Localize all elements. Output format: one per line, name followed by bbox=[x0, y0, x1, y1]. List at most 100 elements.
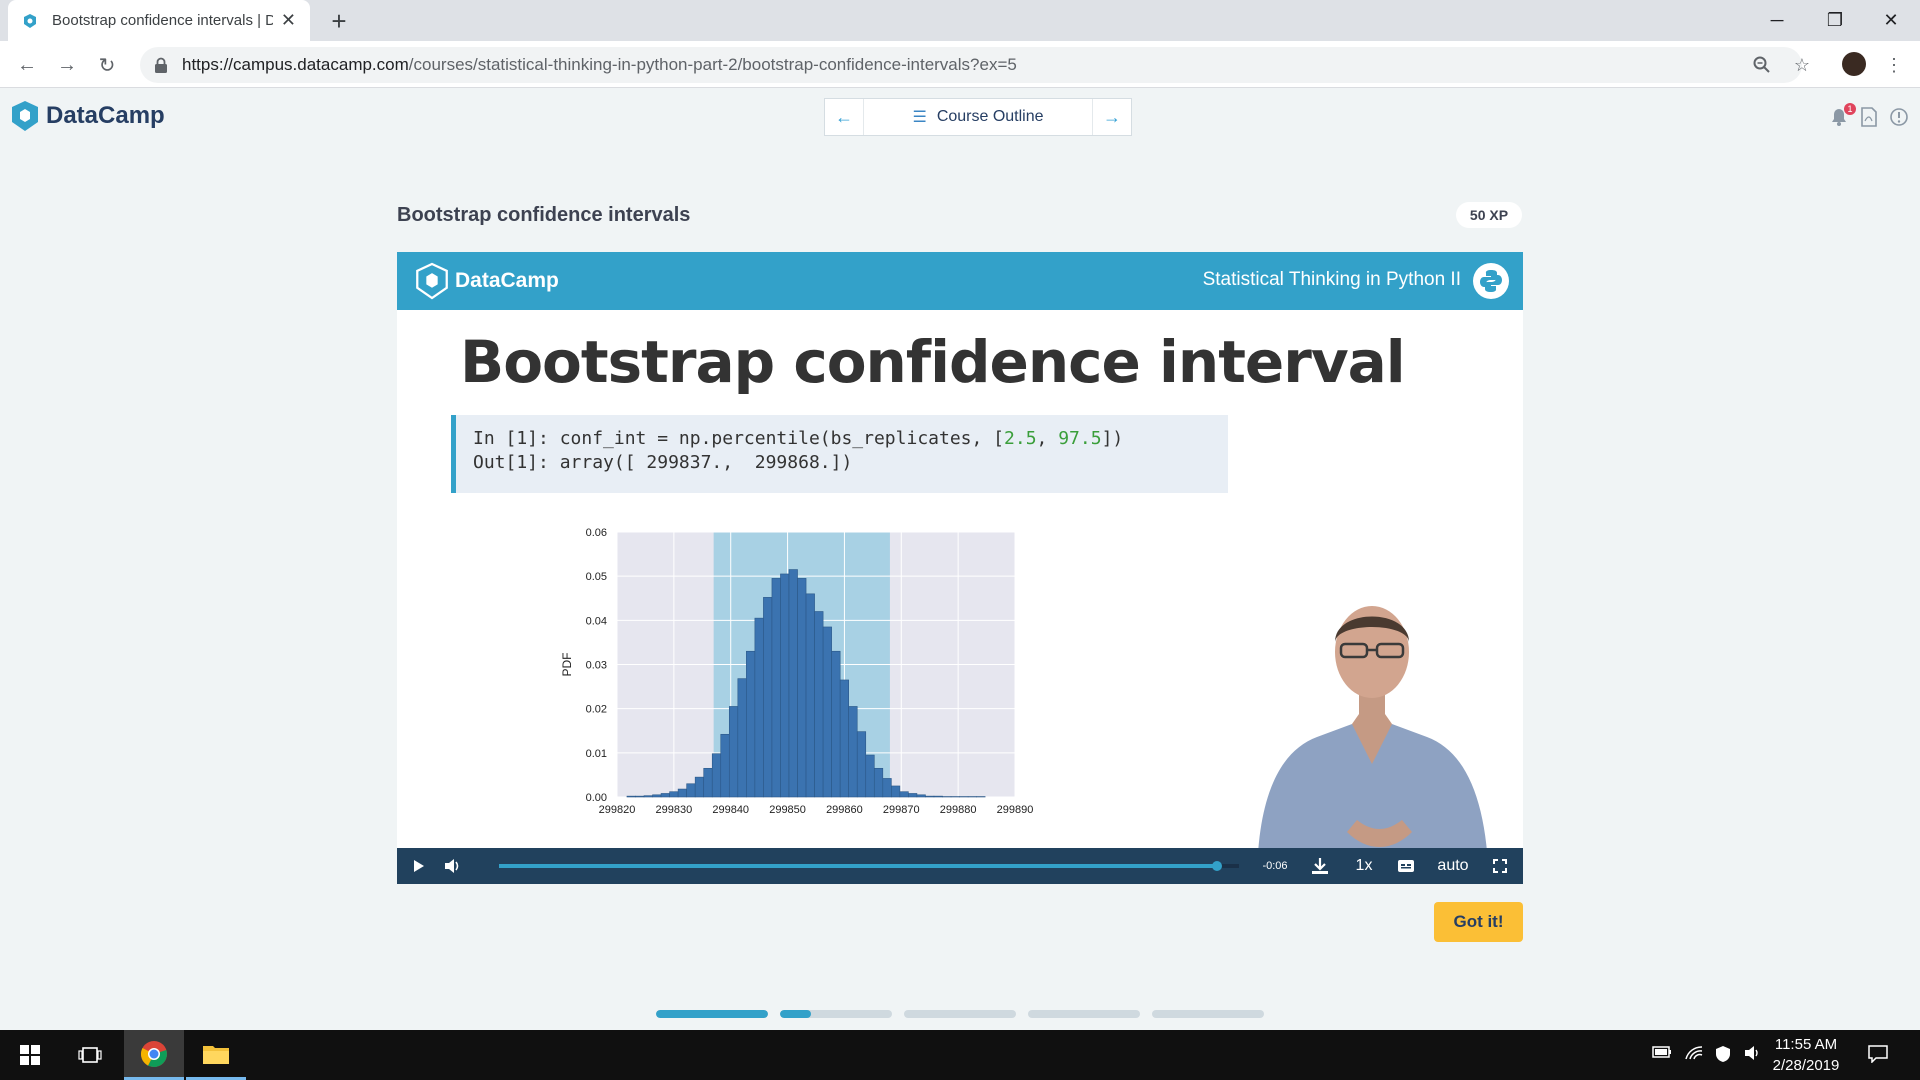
histogram-bar bbox=[780, 573, 790, 798]
slide-header: DataCamp Statistical Thinking in Python … bbox=[397, 252, 1523, 310]
python-logo-icon bbox=[1473, 263, 1509, 299]
play-icon[interactable] bbox=[405, 848, 433, 884]
action-center-icon[interactable] bbox=[1868, 1045, 1888, 1068]
close-window-icon[interactable]: ✕ bbox=[1862, 0, 1920, 41]
windows-start-icon[interactable] bbox=[0, 1030, 60, 1080]
quality-button[interactable]: auto bbox=[1433, 848, 1473, 884]
histogram-bar bbox=[686, 783, 696, 798]
reload-icon[interactable]: ↻ bbox=[91, 49, 123, 81]
volume-icon[interactable] bbox=[439, 848, 467, 884]
progress-step-3[interactable] bbox=[904, 1010, 1016, 1018]
histogram-bar bbox=[728, 706, 739, 798]
video-player[interactable]: DataCamp Statistical Thinking in Python … bbox=[397, 252, 1523, 884]
clock-date: 2/28/2019 bbox=[1772, 1057, 1840, 1074]
x-tick-label: 299880 bbox=[940, 804, 977, 816]
browser-tab[interactable]: Bootstrap confidence intervals | D ✕ bbox=[8, 0, 310, 41]
new-tab-icon[interactable]: + bbox=[324, 6, 354, 37]
histogram-bar bbox=[925, 795, 935, 798]
progress-step-5[interactable] bbox=[1152, 1010, 1264, 1018]
progress-step-1[interactable] bbox=[656, 1010, 768, 1018]
y-tick-label: 0.01 bbox=[586, 748, 607, 760]
playback-speed-button[interactable]: 1x bbox=[1349, 848, 1379, 884]
video-progress-handle[interactable] bbox=[1211, 861, 1222, 871]
histogram-bar bbox=[746, 650, 756, 798]
zoom-icon[interactable] bbox=[1748, 51, 1776, 79]
windows-taskbar: 11:55 AM 2/28/2019 bbox=[0, 1030, 1920, 1080]
logo-text: DataCamp bbox=[46, 102, 165, 129]
forward-icon[interactable]: → bbox=[51, 49, 83, 81]
report-issue-icon[interactable] bbox=[1888, 106, 1910, 128]
datacamp-logo-icon bbox=[12, 101, 38, 131]
code-number-1: 2.5 bbox=[1004, 428, 1037, 449]
histogram-bar bbox=[652, 794, 662, 798]
histogram-bar bbox=[720, 733, 730, 798]
histogram-bar bbox=[848, 706, 858, 798]
prev-exercise-arrow-icon[interactable]: ← bbox=[825, 99, 863, 135]
slide-logo-icon bbox=[416, 262, 448, 300]
datacamp-favicon-icon bbox=[24, 13, 36, 28]
histogram-bar bbox=[831, 650, 841, 798]
histogram-bar bbox=[856, 731, 867, 798]
profile-avatar[interactable] bbox=[1842, 52, 1866, 76]
progress-step-2[interactable] bbox=[780, 1010, 892, 1018]
course-outline-label: Course Outline bbox=[936, 108, 1044, 125]
histogram-bar bbox=[754, 617, 764, 798]
histogram-bar bbox=[711, 753, 722, 798]
code-line1-suffix: ]) bbox=[1101, 428, 1124, 449]
exercise-title: Bootstrap confidence intervals bbox=[397, 204, 691, 226]
y-axis-label: PDF bbox=[560, 653, 574, 677]
chrome-menu-icon[interactable]: ⋮ bbox=[1880, 51, 1908, 79]
tab-title: Bootstrap confidence intervals | D bbox=[52, 12, 273, 29]
y-tick-label: 0.00 bbox=[586, 792, 607, 804]
slide-course-name: Statistical Thinking in Python II bbox=[1202, 269, 1461, 290]
code-number-2: 97.5 bbox=[1058, 428, 1102, 449]
chrome-taskbar-icon[interactable] bbox=[124, 1030, 184, 1080]
video-controls: -0:06 1x auto bbox=[397, 848, 1523, 884]
video-progress-bar[interactable] bbox=[499, 861, 1239, 871]
fullscreen-icon[interactable] bbox=[1485, 848, 1515, 884]
address-bar[interactable]: https://campus.datacamp.com/courses/stat… bbox=[140, 47, 1802, 83]
progress-step-4[interactable] bbox=[1028, 1010, 1140, 1018]
pdf-slides-icon[interactable] bbox=[1858, 106, 1880, 128]
notification-count-badge: 1 bbox=[1844, 103, 1856, 115]
browser-tabbar: Bootstrap confidence intervals | D ✕ + ─… bbox=[0, 0, 1920, 41]
minimize-icon[interactable]: ─ bbox=[1748, 0, 1806, 41]
histogram-bar bbox=[797, 578, 807, 798]
histogram-bar bbox=[882, 778, 892, 798]
y-tick-label: 0.04 bbox=[586, 615, 607, 627]
histogram-bar bbox=[822, 626, 832, 798]
code-block: In [1]: conf_int = np.percentile(bs_repl… bbox=[451, 415, 1228, 493]
course-outline-button[interactable]: ☰ Course Outline bbox=[863, 99, 1093, 135]
captions-icon[interactable] bbox=[1391, 848, 1421, 884]
back-icon[interactable]: ← bbox=[11, 49, 43, 81]
slide-title: Bootstrap confidence interval bbox=[460, 328, 1406, 396]
browser-toolbar: ← → ↻ https://campus.datacamp.com/course… bbox=[0, 41, 1920, 88]
x-tick-label: 299820 bbox=[599, 804, 636, 816]
task-view-icon[interactable] bbox=[60, 1030, 120, 1080]
system-clock[interactable]: 11:55 AM 2/28/2019 bbox=[1760, 1034, 1852, 1076]
histogram-bar bbox=[805, 593, 815, 798]
tab-close-icon[interactable]: ✕ bbox=[281, 10, 296, 31]
histogram-bar bbox=[865, 754, 875, 798]
bookmark-star-icon[interactable]: ☆ bbox=[1788, 51, 1816, 79]
histogram-bar bbox=[771, 578, 781, 798]
histogram-bar bbox=[737, 678, 747, 798]
histogram-bar bbox=[643, 795, 653, 798]
datacamp-logo[interactable]: DataCamp bbox=[10, 100, 165, 132]
battery-icon[interactable] bbox=[1652, 1045, 1672, 1064]
y-tick-label: 0.06 bbox=[586, 527, 607, 539]
y-tick-label: 0.02 bbox=[586, 704, 607, 716]
code-line1-prefix: In [1]: conf_int = np.percentile(bs_repl… bbox=[473, 428, 1005, 449]
next-exercise-arrow-icon[interactable]: → bbox=[1093, 99, 1131, 135]
time-remaining: -0:06 bbox=[1262, 860, 1288, 872]
file-explorer-icon[interactable] bbox=[186, 1030, 246, 1080]
wifi-icon[interactable] bbox=[1684, 1045, 1704, 1066]
got-it-button[interactable]: Got it! bbox=[1434, 902, 1523, 942]
histogram-bar bbox=[916, 794, 926, 798]
security-shield-icon[interactable] bbox=[1714, 1045, 1732, 1068]
histogram-bar bbox=[660, 793, 670, 798]
download-icon[interactable] bbox=[1305, 848, 1335, 884]
presenter-video bbox=[1257, 606, 1489, 884]
restore-icon[interactable]: ❐ bbox=[1806, 0, 1864, 41]
x-tick-label: 299870 bbox=[883, 804, 920, 816]
